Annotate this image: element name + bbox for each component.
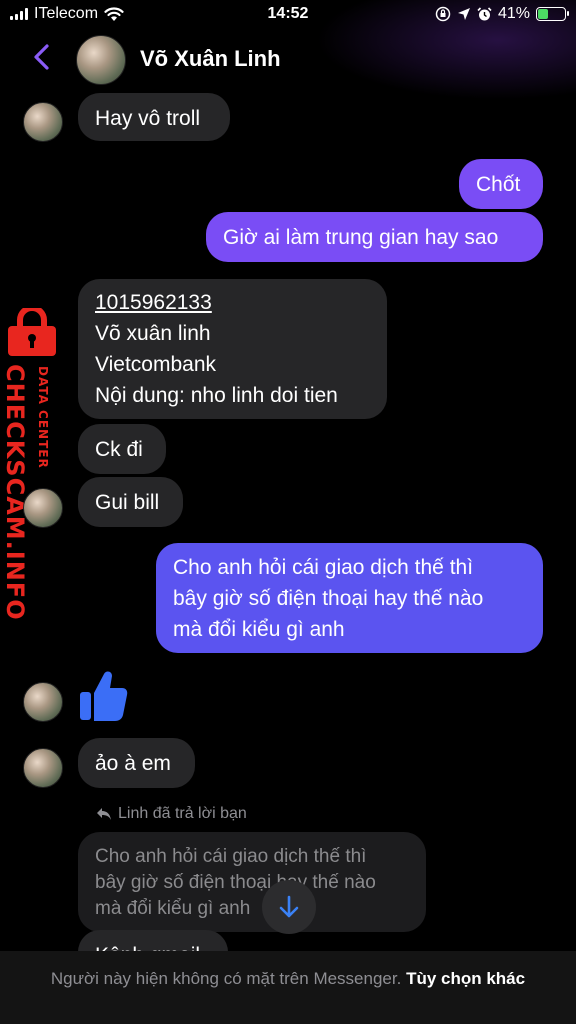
- message-outgoing[interactable]: Chốt: [459, 159, 543, 209]
- sender-avatar[interactable]: [23, 682, 63, 722]
- message-text: Gui bill: [95, 491, 160, 514]
- bank-name: Vietcombank: [95, 353, 217, 376]
- account-name: Võ xuân linh: [95, 322, 211, 345]
- lock-icon: [8, 308, 56, 356]
- scroll-to-bottom-button[interactable]: [262, 880, 316, 934]
- message-line: bây giờ số điện thoại hay thế nào: [173, 587, 484, 610]
- alarm-icon: [477, 6, 492, 20]
- account-number-link[interactable]: 1015962133: [95, 287, 370, 318]
- message-line: mà đổi kiểu gì anh: [173, 618, 345, 641]
- chevron-left-icon[interactable]: [28, 42, 58, 72]
- battery-percent: 41%: [497, 5, 530, 22]
- watermark: CHECKSCAM.INFO DATA CENTER: [0, 308, 64, 621]
- chat-header: Võ Xuân Linh: [0, 30, 576, 90]
- thumbs-up-icon[interactable]: [78, 668, 128, 722]
- more-options-link[interactable]: Tùy chọn khác: [406, 969, 525, 988]
- orientation-lock-icon: [435, 6, 451, 22]
- sender-avatar[interactable]: [23, 102, 63, 142]
- message-text: Chốt: [476, 173, 521, 196]
- sender-avatar[interactable]: [23, 748, 63, 788]
- reply-indicator: Linh đã trả lời bạn: [96, 805, 247, 823]
- message-incoming[interactable]: 1015962133 Võ xuân linh Vietcombank Nội …: [78, 279, 387, 419]
- message-incoming[interactable]: Hay vô troll: [78, 93, 230, 141]
- message-text: Giờ ai làm trung gian hay sao: [223, 226, 499, 249]
- status-bar: ITelecom 14:52 41%: [0, 0, 576, 30]
- reply-label-text: Linh đã trả lời bạn: [118, 805, 247, 822]
- battery-icon: [536, 7, 569, 21]
- quoted-line: Cho anh hỏi cái giao dịch thế thì: [95, 846, 367, 867]
- message-outgoing[interactable]: Giờ ai làm trung gian hay sao: [206, 212, 543, 262]
- watermark-main: CHECKSCAM.INFO: [1, 364, 29, 621]
- quoted-line: mà đổi kiểu gì anh: [95, 898, 251, 919]
- message-incoming[interactable]: Gui bill: [78, 477, 183, 527]
- quoted-message[interactable]: Cho anh hỏi cái giao dịch thế thì bây gi…: [78, 832, 426, 932]
- message-text: Hay vô troll: [95, 107, 201, 130]
- arrow-down-icon: [279, 895, 299, 918]
- transfer-note: Nội dung: nho linh doi tien: [95, 384, 338, 407]
- message-outgoing[interactable]: Cho anh hỏi cái giao dịch thế thì bây gi…: [156, 543, 543, 653]
- sender-avatar[interactable]: [23, 488, 63, 528]
- reply-arrow-icon: [97, 808, 111, 820]
- availability-notice: Người này hiện không có mặt trên Messeng…: [50, 969, 402, 988]
- message-text: Ck đi: [95, 438, 143, 461]
- watermark-sub: DATA CENTER: [36, 366, 50, 469]
- quoted-line: bây giờ số điện thoại hay thế nào: [95, 872, 376, 893]
- contact-name[interactable]: Võ Xuân Linh: [140, 46, 281, 72]
- contact-avatar[interactable]: [76, 35, 126, 85]
- message-incoming[interactable]: ảo à em: [78, 738, 195, 788]
- message-line: Cho anh hỏi cái giao dịch thế thì: [173, 556, 474, 579]
- location-icon: [457, 8, 470, 20]
- messenger-footer: Người này hiện không có mặt trên Messeng…: [0, 951, 576, 1024]
- message-incoming[interactable]: Ck đi: [78, 424, 166, 474]
- message-text: ảo à em: [95, 752, 171, 775]
